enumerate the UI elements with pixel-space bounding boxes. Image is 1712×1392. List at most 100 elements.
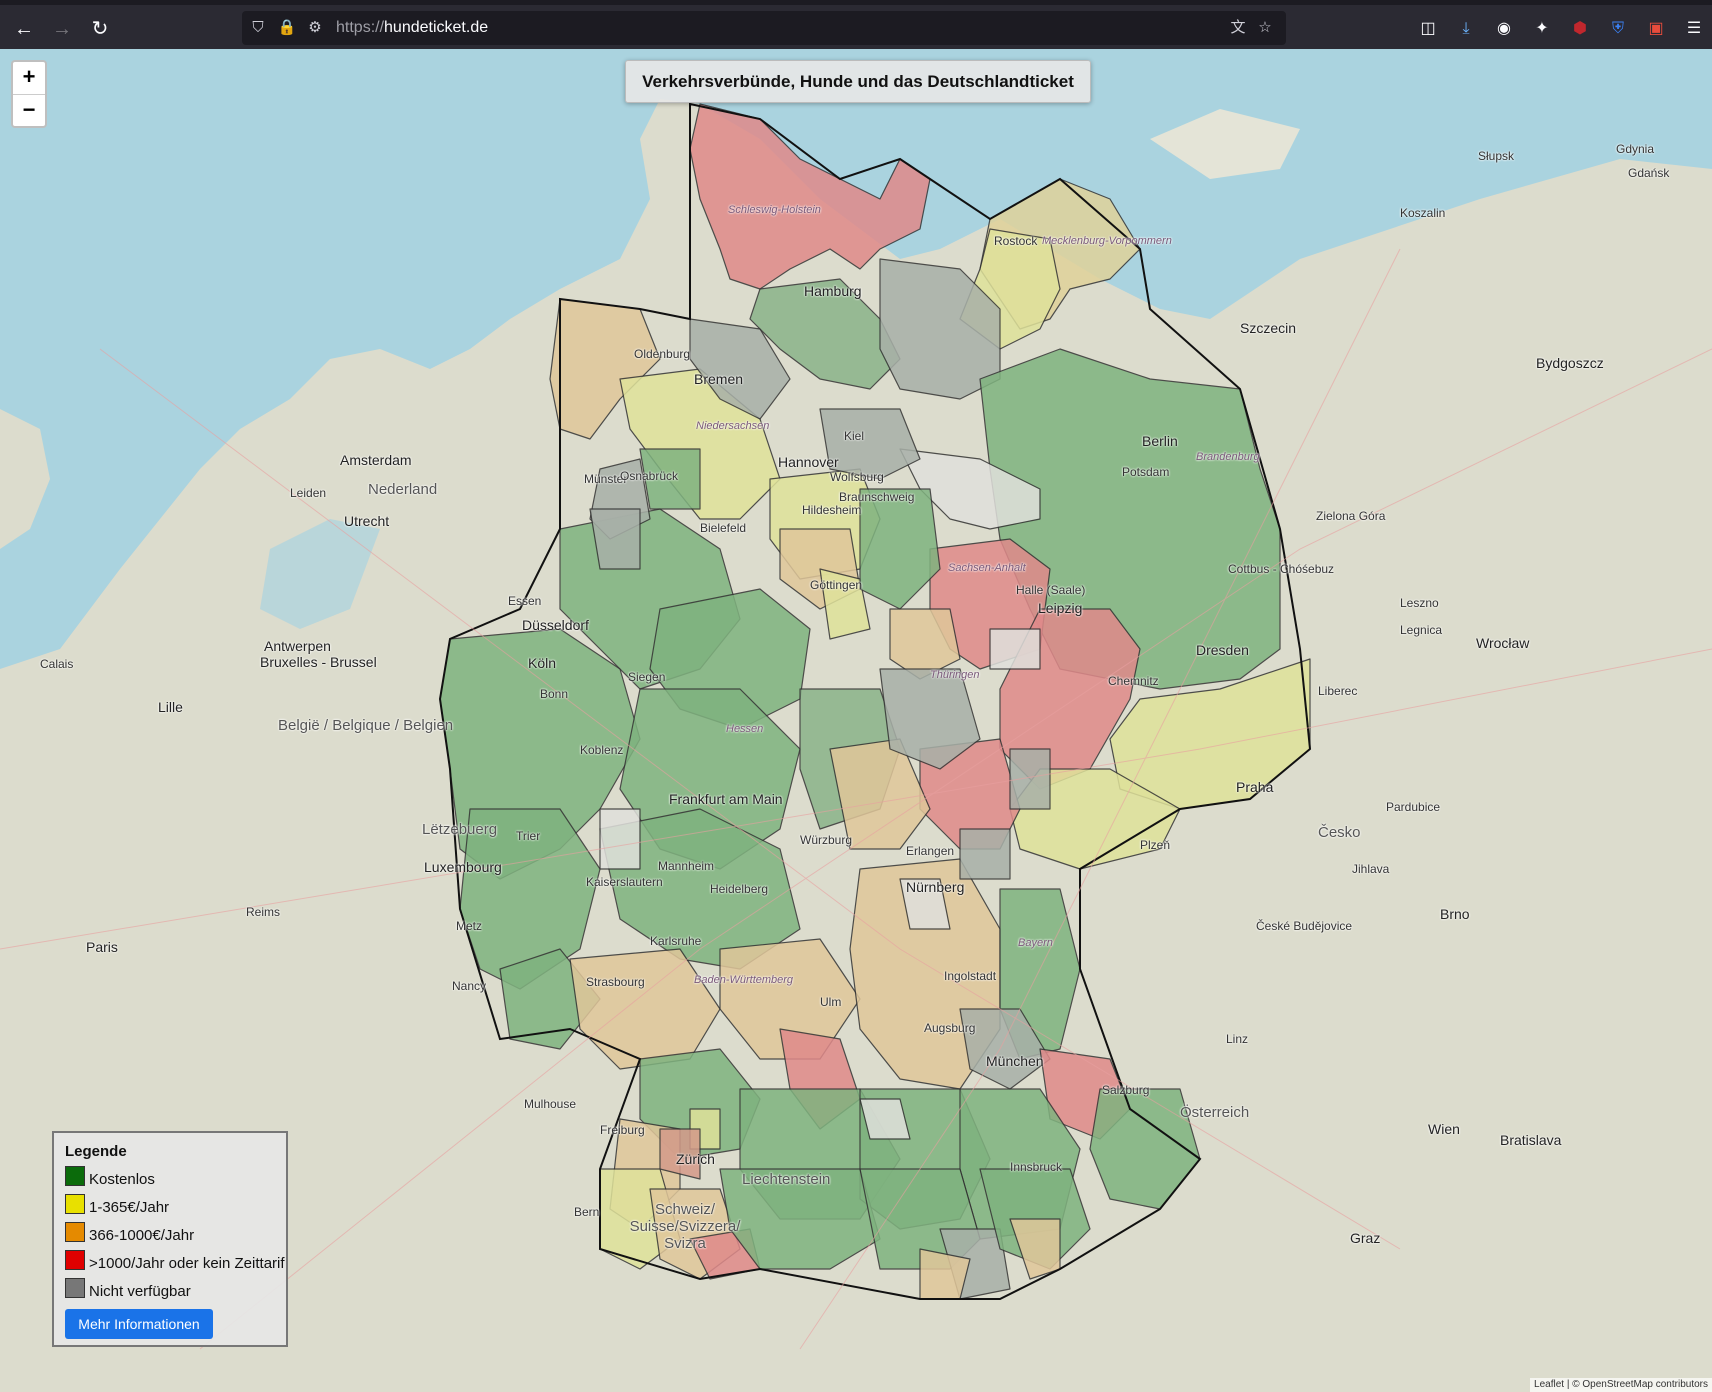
zoom-control: + − <box>11 60 47 128</box>
place-berlin: Berlin <box>1142 433 1178 449</box>
place-slupsk: Słupsk <box>1478 149 1515 163</box>
region-label-bw: Baden-Württemberg <box>694 974 794 986</box>
place-freiburg: Freiburg <box>600 1123 645 1137</box>
place-salzburg: Salzburg <box>1102 1083 1150 1097</box>
zoom-out-button[interactable]: − <box>13 94 45 126</box>
place-dusseldorf: Düsseldorf <box>522 617 589 633</box>
legend-item: >1000/Jahr oder kein Zeittarif <box>65 1250 285 1278</box>
legend-label: 366-1000€/Jahr <box>89 1227 195 1244</box>
back-button[interactable]: ← <box>10 15 38 43</box>
place-siegen: Siegen <box>628 670 666 684</box>
country-oesterreich: Österreich <box>1180 1104 1250 1121</box>
place-cottbus: Cottbus - Chóśebuz <box>1228 562 1335 576</box>
place-essen: Essen <box>508 594 542 608</box>
place-trier: Trier <box>516 829 541 843</box>
place-nuernberg: Nürnberg <box>906 879 965 895</box>
reload-button[interactable]: ↻ <box>86 15 114 43</box>
place-braunschweig: Braunschweig <box>839 490 915 504</box>
country-cesko: Česko <box>1318 824 1361 841</box>
place-koeln: Köln <box>528 655 557 671</box>
region-koblenz <box>599 808 641 870</box>
menu-icon[interactable]: ☰ <box>1682 17 1706 41</box>
permissions-icon[interactable]: ⚙ <box>305 18 325 38</box>
legend-label: >1000/Jahr oder kein Zeittarif <box>89 1255 285 1272</box>
url-text[interactable]: https://hundeticket.de <box>336 19 488 37</box>
shield-icon[interactable]: ⛉ <box>248 18 268 38</box>
url-bar[interactable]: ⛉ 🔒 ⚙ https://hundeticket.de 文 ☆ <box>242 11 1286 45</box>
place-bielefeld: Bielefeld <box>700 521 747 535</box>
place-bydgoszcz: Bydgoszcz <box>1536 355 1604 371</box>
more-info-button[interactable]: Mehr Informationen <box>65 1309 213 1339</box>
translate-icon[interactable]: 文 <box>1228 18 1248 38</box>
place-potsdam: Potsdam <box>1122 465 1170 479</box>
lock-icon[interactable]: 🔒 <box>277 18 297 38</box>
place-leipzig: Leipzig <box>1038 600 1083 616</box>
place-hildesheim: Hildesheim <box>802 503 862 517</box>
extension-red-icon[interactable]: ▣ <box>1644 17 1668 41</box>
place-gdansk: Gdańsk <box>1628 166 1670 180</box>
place-lille: Lille <box>158 699 183 715</box>
legend-swatch <box>65 1278 85 1298</box>
country-liechtenstein: Liechtenstein <box>742 1171 831 1188</box>
extensions-icon[interactable]: ✦ <box>1530 17 1554 41</box>
legend-item: 1-365€/Jahr <box>65 1194 276 1222</box>
region-label-brandenburg: Brandenburg <box>1196 451 1260 463</box>
place-gottingen: Göttingen <box>810 578 863 592</box>
place-augsburg: Augsburg <box>924 1021 976 1035</box>
map-canvas[interactable]: Hamburg Bremen Hannover Berlin Leipzig D… <box>0 49 1712 1392</box>
legend-swatch <box>65 1250 85 1270</box>
place-kiel-hidden: Kiel <box>844 429 865 443</box>
place-bonn: Bonn <box>540 687 569 701</box>
place-erlangen: Erlangen <box>906 844 955 858</box>
place-innsbruck: Innsbruck <box>1010 1160 1063 1174</box>
url-scheme: https:// <box>336 19 385 36</box>
country-schweiz: Schweiz/ Suisse/Svizzera/ Svizra <box>629 1201 741 1252</box>
place-nancy: Nancy <box>452 979 487 993</box>
place-zurich: Zürich <box>676 1151 715 1167</box>
forward-button[interactable]: → <box>48 15 76 43</box>
place-koblenz: Koblenz <box>580 743 624 757</box>
place-chemnitz: Chemnitz <box>1108 674 1159 688</box>
bookmark-star-icon[interactable]: ☆ <box>1255 18 1275 38</box>
place-graz: Graz <box>1350 1230 1381 1246</box>
place-oldenburg: Oldenburg <box>634 347 691 361</box>
place-plzen: Plzeň <box>1140 838 1171 852</box>
legend-label: 1-365€/Jahr <box>89 1199 170 1216</box>
place-brno: Brno <box>1440 906 1470 922</box>
place-antwerpen: Antwerpen <box>264 638 331 654</box>
map-attribution[interactable]: Leaflet | © OpenStreetMap contributors <box>1530 1378 1712 1392</box>
region-vogtland <box>1009 748 1051 810</box>
place-gdynia: Gdynia <box>1616 142 1655 156</box>
place-zielona: Zielona Góra <box>1316 509 1386 523</box>
legend-label: Nicht verfügbar <box>89 1283 191 1300</box>
place-linz: Linz <box>1226 1032 1249 1046</box>
place-heidelberg: Heidelberg <box>710 882 769 896</box>
place-strasbourg: Strasbourg <box>586 975 645 989</box>
place-rostock: Rostock <box>994 234 1038 248</box>
place-luxembourg: Luxembourg <box>424 859 502 875</box>
legend-title: Legende <box>65 1143 127 1160</box>
place-wolfsburg: Wolfsburg <box>830 470 884 484</box>
place-reims: Reims <box>246 905 281 919</box>
pocket-icon[interactable]: ◫ <box>1416 17 1440 41</box>
map-title: Verkehrsverbünde, Hunde und das Deutschl… <box>625 60 1091 103</box>
legend-item: Nicht verfügbar <box>65 1278 276 1306</box>
place-ingolstadt: Ingolstadt <box>944 969 997 983</box>
legend-panel: Legende Kostenlos 1-365€/Jahr 366-1000€/Ja… <box>52 1131 288 1347</box>
place-bern: Bern <box>574 1205 600 1219</box>
legend-swatch <box>65 1194 85 1214</box>
legend-label: Kostenlos <box>89 1171 155 1188</box>
zoom-in-button[interactable]: + <box>13 62 45 94</box>
place-koszalin: Koszalin <box>1400 206 1446 220</box>
place-jihlava: Jihlava <box>1352 862 1390 876</box>
place-pardubice: Pardubice <box>1386 800 1441 814</box>
account-icon[interactable]: ◉ <box>1492 17 1516 41</box>
legend-swatch <box>65 1166 85 1186</box>
download-icon[interactable]: ⤓ <box>1454 17 1478 41</box>
region-label-hessen: Hessen <box>726 723 764 735</box>
place-paris: Paris <box>86 939 118 955</box>
country-nederland: Nederland <box>368 481 438 498</box>
bitwarden-icon[interactable]: ⛨ <box>1606 17 1630 41</box>
ublock-icon[interactable]: ⬢ <box>1568 17 1592 41</box>
region-dessau <box>989 628 1041 670</box>
